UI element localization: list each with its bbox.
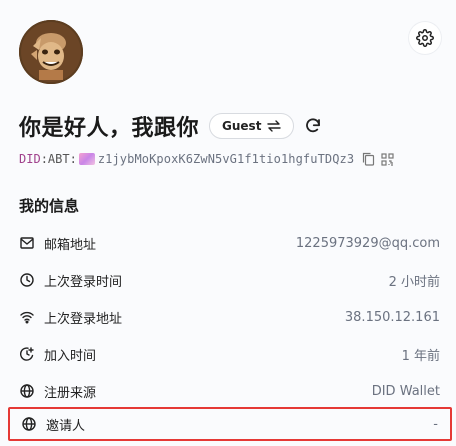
- info-value: 1225973929@qq.com: [295, 235, 440, 251]
- info-label: 上次登录地址: [44, 311, 123, 327]
- info-label: 加入时间: [44, 348, 97, 364]
- avatar-image: [19, 20, 83, 84]
- info-label: 邮箱地址: [44, 237, 97, 253]
- role-switch-button[interactable]: Guest: [209, 113, 295, 139]
- info-row-inviter: 邀请人 -: [8, 407, 452, 441]
- avatar: [19, 20, 83, 84]
- did-avatar-icon: [78, 153, 95, 165]
- info-row-last-login-time: 上次登录时间 2 小时前: [8, 263, 452, 297]
- info-value: 1 年前: [401, 348, 440, 364]
- info-row-registration-source: 注册来源 DID Wallet: [8, 374, 452, 408]
- info-label: 邀请人: [46, 418, 86, 434]
- did-method: ABT:: [47, 152, 77, 166]
- wifi-icon: [20, 310, 34, 324]
- refresh-icon[interactable]: [304, 117, 322, 135]
- did-separator: :: [40, 152, 48, 166]
- swap-icon: [267, 120, 282, 132]
- info-label: 上次登录时间: [44, 274, 123, 290]
- globe-icon: [22, 417, 36, 431]
- info-row-email: 邮箱地址 1225973929@qq.com: [8, 226, 452, 260]
- info-row-last-login-address: 上次登录地址 38.150.12.161: [8, 300, 452, 334]
- profile-header: 你是好人，我跟你 Guest: [19, 110, 322, 142]
- clock-icon: [20, 273, 34, 287]
- globe-icon: [20, 384, 34, 398]
- gear-icon: [416, 29, 434, 47]
- section-title: 我的信息: [19, 197, 80, 215]
- info-value: DID Wallet: [371, 383, 440, 399]
- user-name: 你是好人，我跟你: [19, 116, 200, 141]
- did-address: DID: ABT: z1jybMoKpoxK6ZwN5vG1f1tio1hgfuTD…: [19, 150, 394, 168]
- mail-icon: [20, 236, 34, 250]
- clock-plus-icon: [20, 347, 34, 361]
- info-value: 2 小时前: [388, 274, 440, 290]
- qrcode-icon[interactable]: [381, 152, 394, 166]
- role-label: Guest: [222, 119, 262, 133]
- info-value: -: [433, 416, 438, 432]
- did-value: z1jybMoKpoxK6ZwN5vG1f1tio1hgfuTDQz3: [97, 152, 355, 166]
- info-value: 38.150.12.161: [344, 309, 440, 325]
- info-label: 注册来源: [44, 385, 97, 401]
- settings-button[interactable]: [409, 22, 441, 54]
- copy-icon[interactable]: [362, 152, 375, 166]
- did-prefix: DID: [19, 152, 41, 166]
- info-row-join-time: 加入时间 1 年前: [8, 337, 452, 371]
